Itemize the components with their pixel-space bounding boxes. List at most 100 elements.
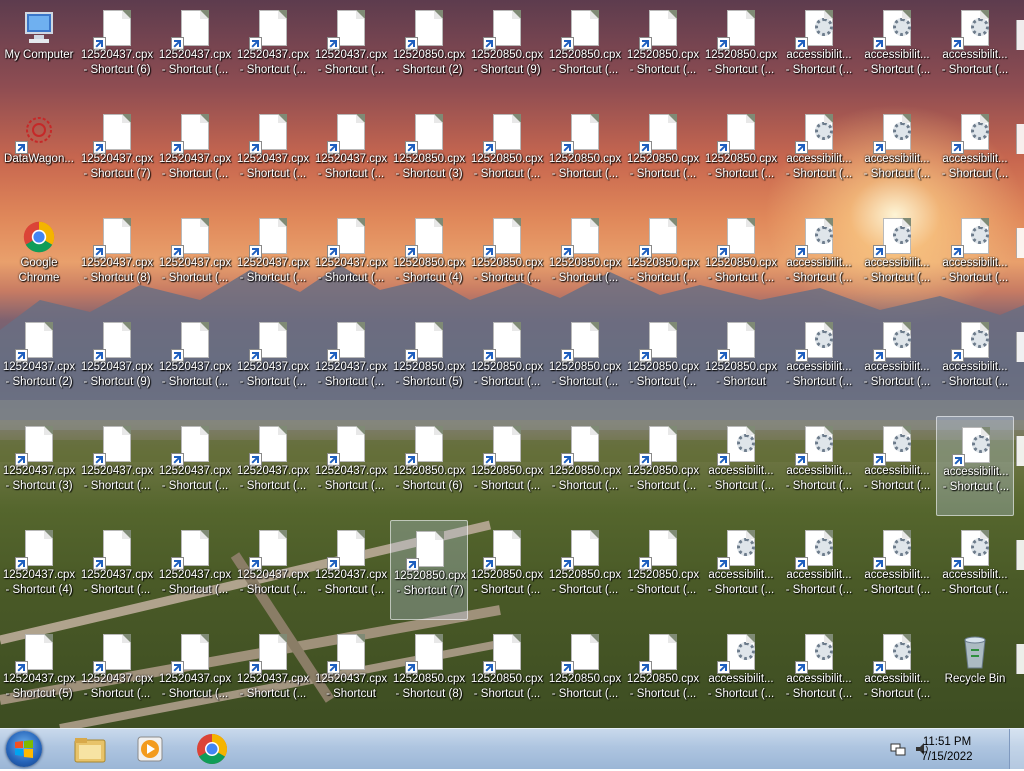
desktop-icon[interactable]: My Computer bbox=[0, 0, 78, 100]
desktop-icon[interactable]: accessibilit... - Shortcut (... bbox=[780, 520, 858, 620]
desktop-icon[interactable]: 12520437.cpx - Shortcut (... bbox=[156, 104, 234, 204]
desktop-icon[interactable]: 12520437.cpx - Shortcut (... bbox=[312, 0, 390, 100]
desktop-icon[interactable]: 12520850.cpx - Shortcut bbox=[702, 312, 780, 412]
desktop-icon[interactable]: 12520437.cpx - Shortcut (... bbox=[156, 312, 234, 412]
desktop-icon[interactable]: 12520437.cpx - Shortcut (... bbox=[312, 520, 390, 620]
desktop-icon[interactable]: 12520437.cpx - Shortcut (... bbox=[78, 520, 156, 620]
desktop-icon[interactable]: 12520850.cpx - Shortcut (... bbox=[624, 0, 702, 100]
desktop-icon[interactable]: 12520437.cpx - Shortcut bbox=[312, 624, 390, 724]
desktop-icon[interactable]: 12520437.cpx - Shortcut (8) bbox=[78, 208, 156, 308]
network-icon[interactable] bbox=[890, 741, 906, 757]
taskbar-chrome[interactable] bbox=[192, 732, 232, 766]
desktop-icon[interactable]: 12520850.cpx - Shortcut (7) bbox=[390, 520, 468, 620]
desktop-icon[interactable]: 12520850.cpx - Shortcut (... bbox=[624, 416, 702, 516]
desktop-icon[interactable]: accessibilit... - Shortcut (... bbox=[780, 208, 858, 308]
offscreen-icon-edge[interactable] bbox=[1016, 540, 1024, 570]
desktop-icon[interactable]: accessibilit... - Shortcut (... bbox=[936, 208, 1014, 308]
desktop-icon[interactable]: 12520850.cpx - Shortcut (... bbox=[468, 624, 546, 724]
desktop-icon[interactable]: 12520437.cpx - Shortcut (7) bbox=[78, 104, 156, 204]
desktop-icon[interactable]: 12520437.cpx - Shortcut (3) bbox=[0, 416, 78, 516]
desktop-icon[interactable]: accessibilit... - Shortcut (... bbox=[858, 520, 936, 620]
desktop-icon[interactable]: 12520850.cpx - Shortcut (... bbox=[546, 312, 624, 412]
offscreen-icon-edge[interactable] bbox=[1016, 644, 1024, 674]
desktop-icon[interactable]: 12520850.cpx - Shortcut (... bbox=[624, 624, 702, 724]
desktop-icon[interactable]: 12520850.cpx - Shortcut (3) bbox=[390, 104, 468, 204]
start-button[interactable] bbox=[6, 731, 42, 767]
desktop-icon[interactable]: 12520437.cpx - Shortcut (6) bbox=[78, 0, 156, 100]
desktop-icon[interactable]: accessibilit... - Shortcut (... bbox=[702, 416, 780, 516]
desktop[interactable]: My Computer DataWagon... Google Chrome 1252… bbox=[0, 0, 1024, 728]
desktop-icon[interactable]: accessibilit... - Shortcut (... bbox=[858, 624, 936, 724]
desktop-icon[interactable]: 12520437.cpx - Shortcut (... bbox=[234, 104, 312, 204]
desktop-icon[interactable]: accessibilit... - Shortcut (... bbox=[780, 416, 858, 516]
desktop-icon[interactable]: 12520437.cpx - Shortcut (... bbox=[156, 0, 234, 100]
desktop-icon[interactable]: 12520850.cpx - Shortcut (... bbox=[546, 416, 624, 516]
desktop-icon[interactable]: 12520850.cpx - Shortcut (... bbox=[546, 104, 624, 204]
desktop-icon[interactable]: 12520437.cpx - Shortcut (... bbox=[156, 416, 234, 516]
desktop-icon[interactable]: 12520437.cpx - Shortcut (... bbox=[156, 208, 234, 308]
desktop-icon[interactable]: 12520437.cpx - Shortcut (... bbox=[234, 0, 312, 100]
desktop-icon[interactable]: 12520850.cpx - Shortcut (9) bbox=[468, 0, 546, 100]
desktop-icon[interactable]: 12520850.cpx - Shortcut (... bbox=[702, 104, 780, 204]
desktop-icon[interactable]: 12520850.cpx - Shortcut (... bbox=[546, 520, 624, 620]
taskbar-file-explorer[interactable] bbox=[70, 732, 110, 766]
desktop-icon[interactable]: 12520850.cpx - Shortcut (... bbox=[624, 520, 702, 620]
desktop-icon[interactable]: 12520850.cpx - Shortcut (8) bbox=[390, 624, 468, 724]
desktop-icon[interactable]: accessibilit... - Shortcut (... bbox=[780, 312, 858, 412]
desktop-icon[interactable]: accessibilit... - Shortcut (... bbox=[858, 104, 936, 204]
desktop-icon[interactable]: 12520437.cpx - Shortcut (5) bbox=[0, 624, 78, 724]
desktop-icon[interactable]: accessibilit... - Shortcut (... bbox=[936, 0, 1014, 100]
desktop-icon[interactable]: Google Chrome bbox=[0, 208, 78, 308]
desktop-icon[interactable]: 12520850.cpx - Shortcut (... bbox=[624, 104, 702, 204]
desktop-icon[interactable]: 12520437.cpx - Shortcut (9) bbox=[78, 312, 156, 412]
offscreen-icon-edge[interactable] bbox=[1016, 20, 1024, 50]
desktop-icon[interactable]: 12520850.cpx - Shortcut (... bbox=[546, 0, 624, 100]
desktop-icon[interactable]: 12520850.cpx - Shortcut (... bbox=[624, 312, 702, 412]
taskbar-media-player[interactable] bbox=[130, 732, 170, 766]
desktop-icon[interactable]: accessibilit... - Shortcut (... bbox=[702, 520, 780, 620]
desktop-icon[interactable]: 12520850.cpx - Shortcut (... bbox=[468, 416, 546, 516]
desktop-icon[interactable]: 12520850.cpx - Shortcut (... bbox=[468, 104, 546, 204]
desktop-icon[interactable]: 12520850.cpx - Shortcut (... bbox=[468, 208, 546, 308]
desktop-icon[interactable]: 12520850.cpx - Shortcut (... bbox=[702, 208, 780, 308]
desktop-icon[interactable]: 12520850.cpx - Shortcut (... bbox=[624, 208, 702, 308]
desktop-icon[interactable]: 12520850.cpx - Shortcut (4) bbox=[390, 208, 468, 308]
show-desktop-button[interactable] bbox=[1009, 729, 1024, 769]
desktop-icon[interactable]: Recycle Bin bbox=[936, 624, 1014, 724]
desktop-icon[interactable]: 12520437.cpx - Shortcut (... bbox=[312, 312, 390, 412]
desktop-icon[interactable]: 12520437.cpx - Shortcut (... bbox=[312, 208, 390, 308]
desktop-icon[interactable]: accessibilit... - Shortcut (... bbox=[702, 624, 780, 724]
system-clock[interactable]: 11:51 PM 7/15/2022 bbox=[912, 735, 982, 765]
desktop-icon[interactable]: accessibilit... - Shortcut (... bbox=[858, 312, 936, 412]
desktop-icon[interactable]: 12520437.cpx - Shortcut (... bbox=[234, 312, 312, 412]
desktop-icon[interactable]: 12520437.cpx - Shortcut (... bbox=[156, 624, 234, 724]
desktop-icon[interactable]: 12520437.cpx - Shortcut (... bbox=[234, 208, 312, 308]
offscreen-icon-edge[interactable] bbox=[1016, 332, 1024, 362]
desktop-icon[interactable]: 12520437.cpx - Shortcut (... bbox=[156, 520, 234, 620]
desktop-icon[interactable]: accessibilit... - Shortcut (... bbox=[936, 416, 1014, 516]
desktop-icon[interactable]: accessibilit... - Shortcut (... bbox=[858, 0, 936, 100]
desktop-icon[interactable]: accessibilit... - Shortcut (... bbox=[858, 208, 936, 308]
desktop-icon[interactable]: 12520437.cpx - Shortcut (... bbox=[234, 520, 312, 620]
desktop-icon[interactable]: 12520850.cpx - Shortcut (2) bbox=[390, 0, 468, 100]
desktop-icon[interactable]: accessibilit... - Shortcut (... bbox=[858, 416, 936, 516]
offscreen-icon-edge[interactable] bbox=[1016, 124, 1024, 154]
offscreen-icon-edge[interactable] bbox=[1016, 228, 1024, 258]
desktop-icon[interactable]: 12520437.cpx - Shortcut (... bbox=[312, 416, 390, 516]
desktop-icon[interactable]: 12520437.cpx - Shortcut (... bbox=[78, 416, 156, 516]
desktop-icon[interactable]: 12520437.cpx - Shortcut (4) bbox=[0, 520, 78, 620]
desktop-icon[interactable]: 12520850.cpx - Shortcut (... bbox=[468, 312, 546, 412]
desktop-icon[interactable]: 12520850.cpx - Shortcut (... bbox=[702, 0, 780, 100]
desktop-icon[interactable]: accessibilit... - Shortcut (... bbox=[936, 312, 1014, 412]
desktop-icon[interactable]: accessibilit... - Shortcut (... bbox=[780, 104, 858, 204]
desktop-icon[interactable]: 12520850.cpx - Shortcut (... bbox=[546, 208, 624, 308]
desktop-icon[interactable]: 12520437.cpx - Shortcut (... bbox=[234, 624, 312, 724]
desktop-icon[interactable]: 12520437.cpx - Shortcut (... bbox=[78, 624, 156, 724]
desktop-icon[interactable]: accessibilit... - Shortcut (... bbox=[936, 104, 1014, 204]
desktop-icon[interactable]: accessibilit... - Shortcut (... bbox=[936, 520, 1014, 620]
desktop-icon[interactable]: 12520850.cpx - Shortcut (... bbox=[546, 624, 624, 724]
desktop-icon[interactable]: 12520850.cpx - Shortcut (... bbox=[468, 520, 546, 620]
desktop-icon[interactable]: 12520437.cpx - Shortcut (... bbox=[234, 416, 312, 516]
desktop-icon[interactable]: DataWagon... bbox=[0, 104, 78, 204]
desktop-icon[interactable]: 12520437.cpx - Shortcut (2) bbox=[0, 312, 78, 412]
